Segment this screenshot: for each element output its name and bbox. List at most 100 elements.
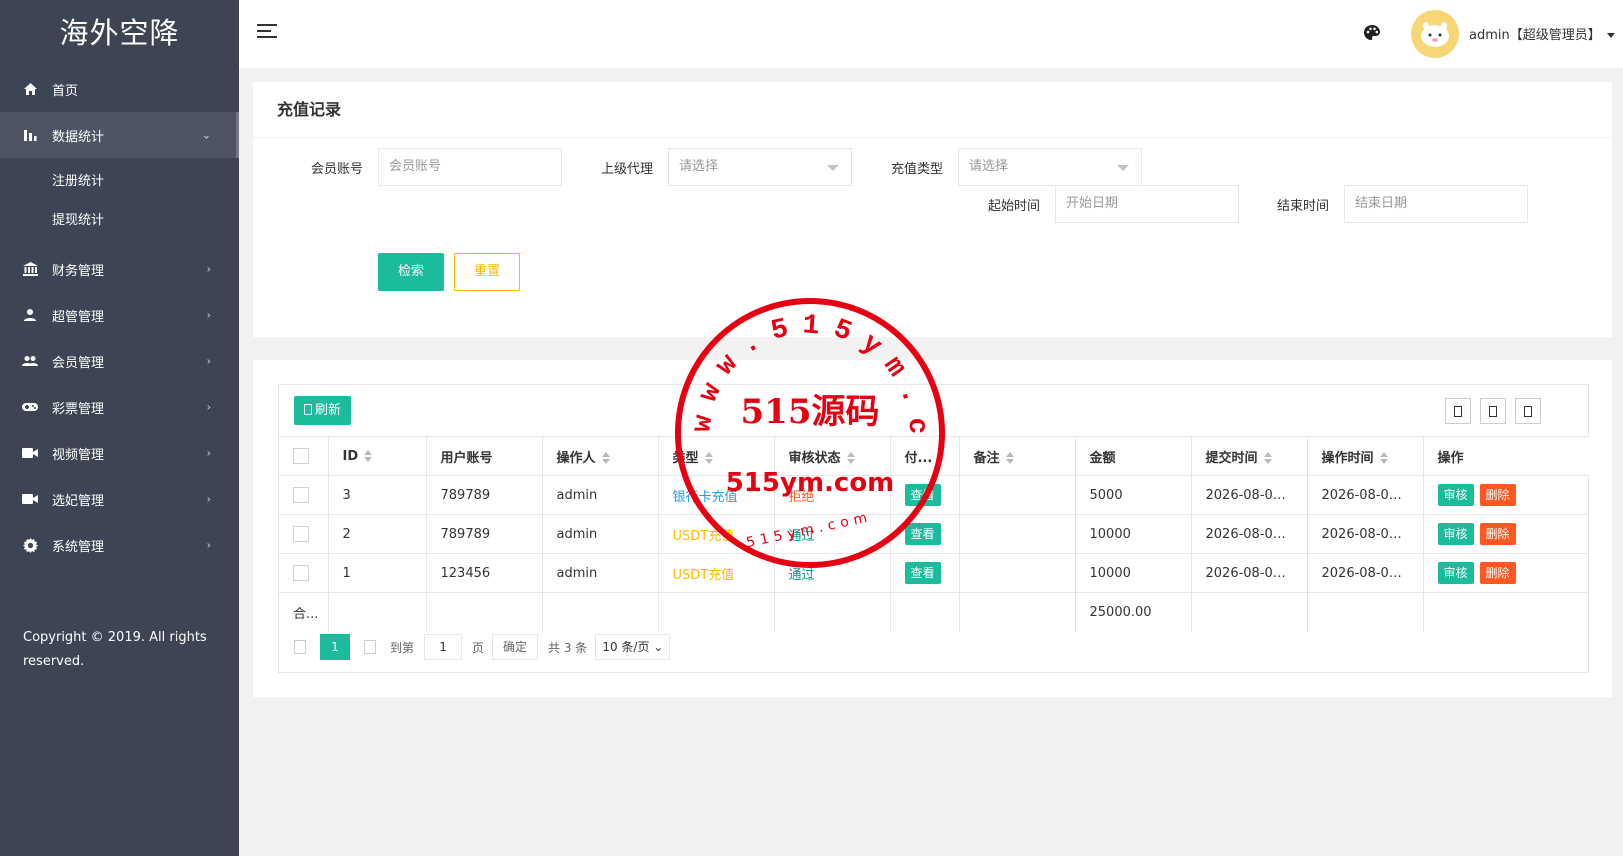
cell-operator: admin	[542, 475, 659, 515]
select-all-checkbox[interactable]	[293, 448, 309, 464]
sidebar-item-system[interactable]: 系统管理 ›	[0, 522, 239, 568]
sidebar-item-super-admin[interactable]: 超管管理 ›	[0, 292, 239, 338]
page-size-value: 10 条/页	[602, 640, 650, 654]
delete-button[interactable]: 删除	[1479, 562, 1516, 584]
sidebar-subitem-register-stats[interactable]: 注册统计	[0, 162, 239, 201]
columns-filter-icon[interactable]	[1445, 398, 1471, 424]
sort-icon[interactable]	[1263, 452, 1272, 464]
page-size-select[interactable]: 10 条/页 ⌄	[595, 634, 671, 660]
sort-icon[interactable]	[1005, 452, 1014, 464]
goto-page-input[interactable]: 1	[424, 634, 463, 660]
chevron-right-icon: ›	[206, 308, 211, 322]
table-total-row: 合... 25000.00	[279, 592, 1589, 632]
submenu: 注册统计 提现统计	[0, 158, 239, 246]
empty-cell	[658, 592, 775, 632]
col-submit-time[interactable]: 提交时间	[1191, 436, 1308, 476]
row-checkbox[interactable]	[293, 565, 309, 581]
end-time-label: 结束时间	[1276, 199, 1329, 214]
end-date-input[interactable]: 结束日期	[1344, 185, 1528, 223]
col-status[interactable]: 审核状态	[774, 436, 891, 476]
start-date-input[interactable]: 开始日期	[1055, 185, 1239, 223]
audit-button[interactable]: 审核	[1437, 484, 1474, 506]
empty-cell	[542, 592, 659, 632]
sidebar-item-finance[interactable]: 财务管理 ›	[0, 246, 239, 292]
col-id[interactable]: ID	[328, 436, 427, 476]
sidebar-item-data-stats[interactable]: 数据统计 ⌄	[0, 112, 239, 158]
audit-button[interactable]: 审核	[1437, 562, 1474, 584]
goto-confirm-button[interactable]: 确定	[492, 634, 539, 660]
table-card: 刷新 ID 用户账号 操作人 类型 审核状态 付... 备注 金额 提交时间 操…	[253, 360, 1612, 697]
sidebar-subitem-withdraw-stats[interactable]: 提现统计	[0, 201, 239, 240]
cell-status: 通过	[774, 553, 891, 593]
col-label: 付...	[904, 450, 933, 466]
cell-op-time: 2026-08-04...	[1307, 514, 1424, 554]
agent-select[interactable]: 请选择	[668, 148, 852, 186]
cell-actions: 审核 删除	[1423, 514, 1589, 554]
sort-icon[interactable]	[846, 452, 855, 464]
chevron-down-icon: ⌄	[201, 128, 211, 142]
sidebar-item-concubine[interactable]: 选妃管理 ›	[0, 476, 239, 522]
delete-button[interactable]: 删除	[1479, 523, 1516, 545]
export-icon[interactable]	[1480, 398, 1506, 424]
home-icon	[22, 81, 38, 97]
sort-icon[interactable]	[601, 452, 610, 464]
member-account-input[interactable]: 会员账号	[378, 148, 562, 186]
cell-amount: 10000	[1075, 553, 1192, 593]
col-op-time[interactable]: 操作时间	[1307, 436, 1424, 476]
view-button[interactable]: 查看	[904, 562, 941, 584]
copyright-text: Copyright © 2019. All rights reserved.	[23, 630, 207, 669]
palette-icon[interactable]	[1363, 24, 1381, 42]
view-button[interactable]: 查看	[904, 523, 941, 545]
cell-status: 拒绝	[774, 475, 891, 515]
col-pay: 付...	[890, 436, 960, 476]
sidebar-item-video[interactable]: 视频管理 ›	[0, 430, 239, 476]
sidebar: 海外空降 首页 数据统计 ⌄ 注册统计 提现统计 财务管理 › 超管管理 › 会…	[0, 0, 239, 856]
col-label: 操作时间	[1321, 450, 1374, 466]
cell-type: USDT充值	[658, 514, 775, 554]
sort-icon[interactable]	[1379, 452, 1388, 464]
row-checkbox[interactable]	[293, 526, 309, 542]
sidebar-item-members[interactable]: 会员管理 ›	[0, 338, 239, 384]
cell-operator: admin	[542, 514, 659, 554]
empty-cell	[1307, 592, 1424, 632]
audit-button[interactable]: 审核	[1437, 523, 1474, 545]
sidebar-item-lottery[interactable]: 彩票管理 ›	[0, 384, 239, 430]
cell-id: 1	[328, 553, 427, 593]
page-current[interactable]: 1	[320, 634, 350, 660]
bar-chart-icon	[22, 127, 38, 143]
print-icon[interactable]	[1515, 398, 1541, 424]
refresh-button[interactable]: 刷新	[294, 396, 352, 425]
sidebar-item-home[interactable]: 首页	[0, 66, 239, 112]
prev-page-icon[interactable]	[294, 640, 306, 654]
next-page-icon[interactable]	[364, 640, 376, 654]
bank-icon	[22, 261, 38, 277]
row-checkbox[interactable]	[293, 487, 309, 503]
view-button[interactable]: 查看	[904, 484, 941, 506]
recharge-type-select[interactable]: 请选择	[958, 148, 1142, 186]
sort-icon[interactable]	[364, 450, 373, 462]
chevron-right-icon: ›	[206, 538, 211, 552]
search-button[interactable]: 检索	[378, 253, 444, 291]
col-remark[interactable]: 备注	[959, 436, 1076, 476]
empty-cell	[890, 592, 960, 632]
col-amount: 金额	[1075, 436, 1192, 476]
sort-icon[interactable]	[704, 452, 713, 464]
table-header-row: ID 用户账号 操作人 类型 审核状态 付... 备注 金额 提交时间 操作时间…	[279, 436, 1589, 476]
reset-button[interactable]: 重置	[454, 253, 520, 291]
video-icon	[22, 445, 38, 461]
col-label: 提交时间	[1205, 450, 1258, 466]
sidebar-item-label: 选妃管理	[52, 493, 105, 509]
chevron-right-icon: ›	[206, 492, 211, 506]
delete-button[interactable]: 删除	[1479, 484, 1516, 506]
col-type[interactable]: 类型	[658, 436, 775, 476]
menu-toggle-icon[interactable]	[257, 24, 277, 40]
cell-remark	[959, 475, 1076, 515]
row-select	[279, 514, 329, 554]
cell-op-time: 2026-08-04...	[1307, 553, 1424, 593]
pagination: 1 到第 1 页 确定 共 3 条 10 条/页 ⌄	[294, 634, 671, 660]
col-operator[interactable]: 操作人	[542, 436, 659, 476]
start-time-label: 起始时间	[987, 199, 1040, 214]
refresh-label: 刷新	[315, 403, 342, 418]
avatar[interactable]	[1411, 10, 1459, 58]
user-menu[interactable]: admin【超级管理员】	[1469, 24, 1615, 43]
